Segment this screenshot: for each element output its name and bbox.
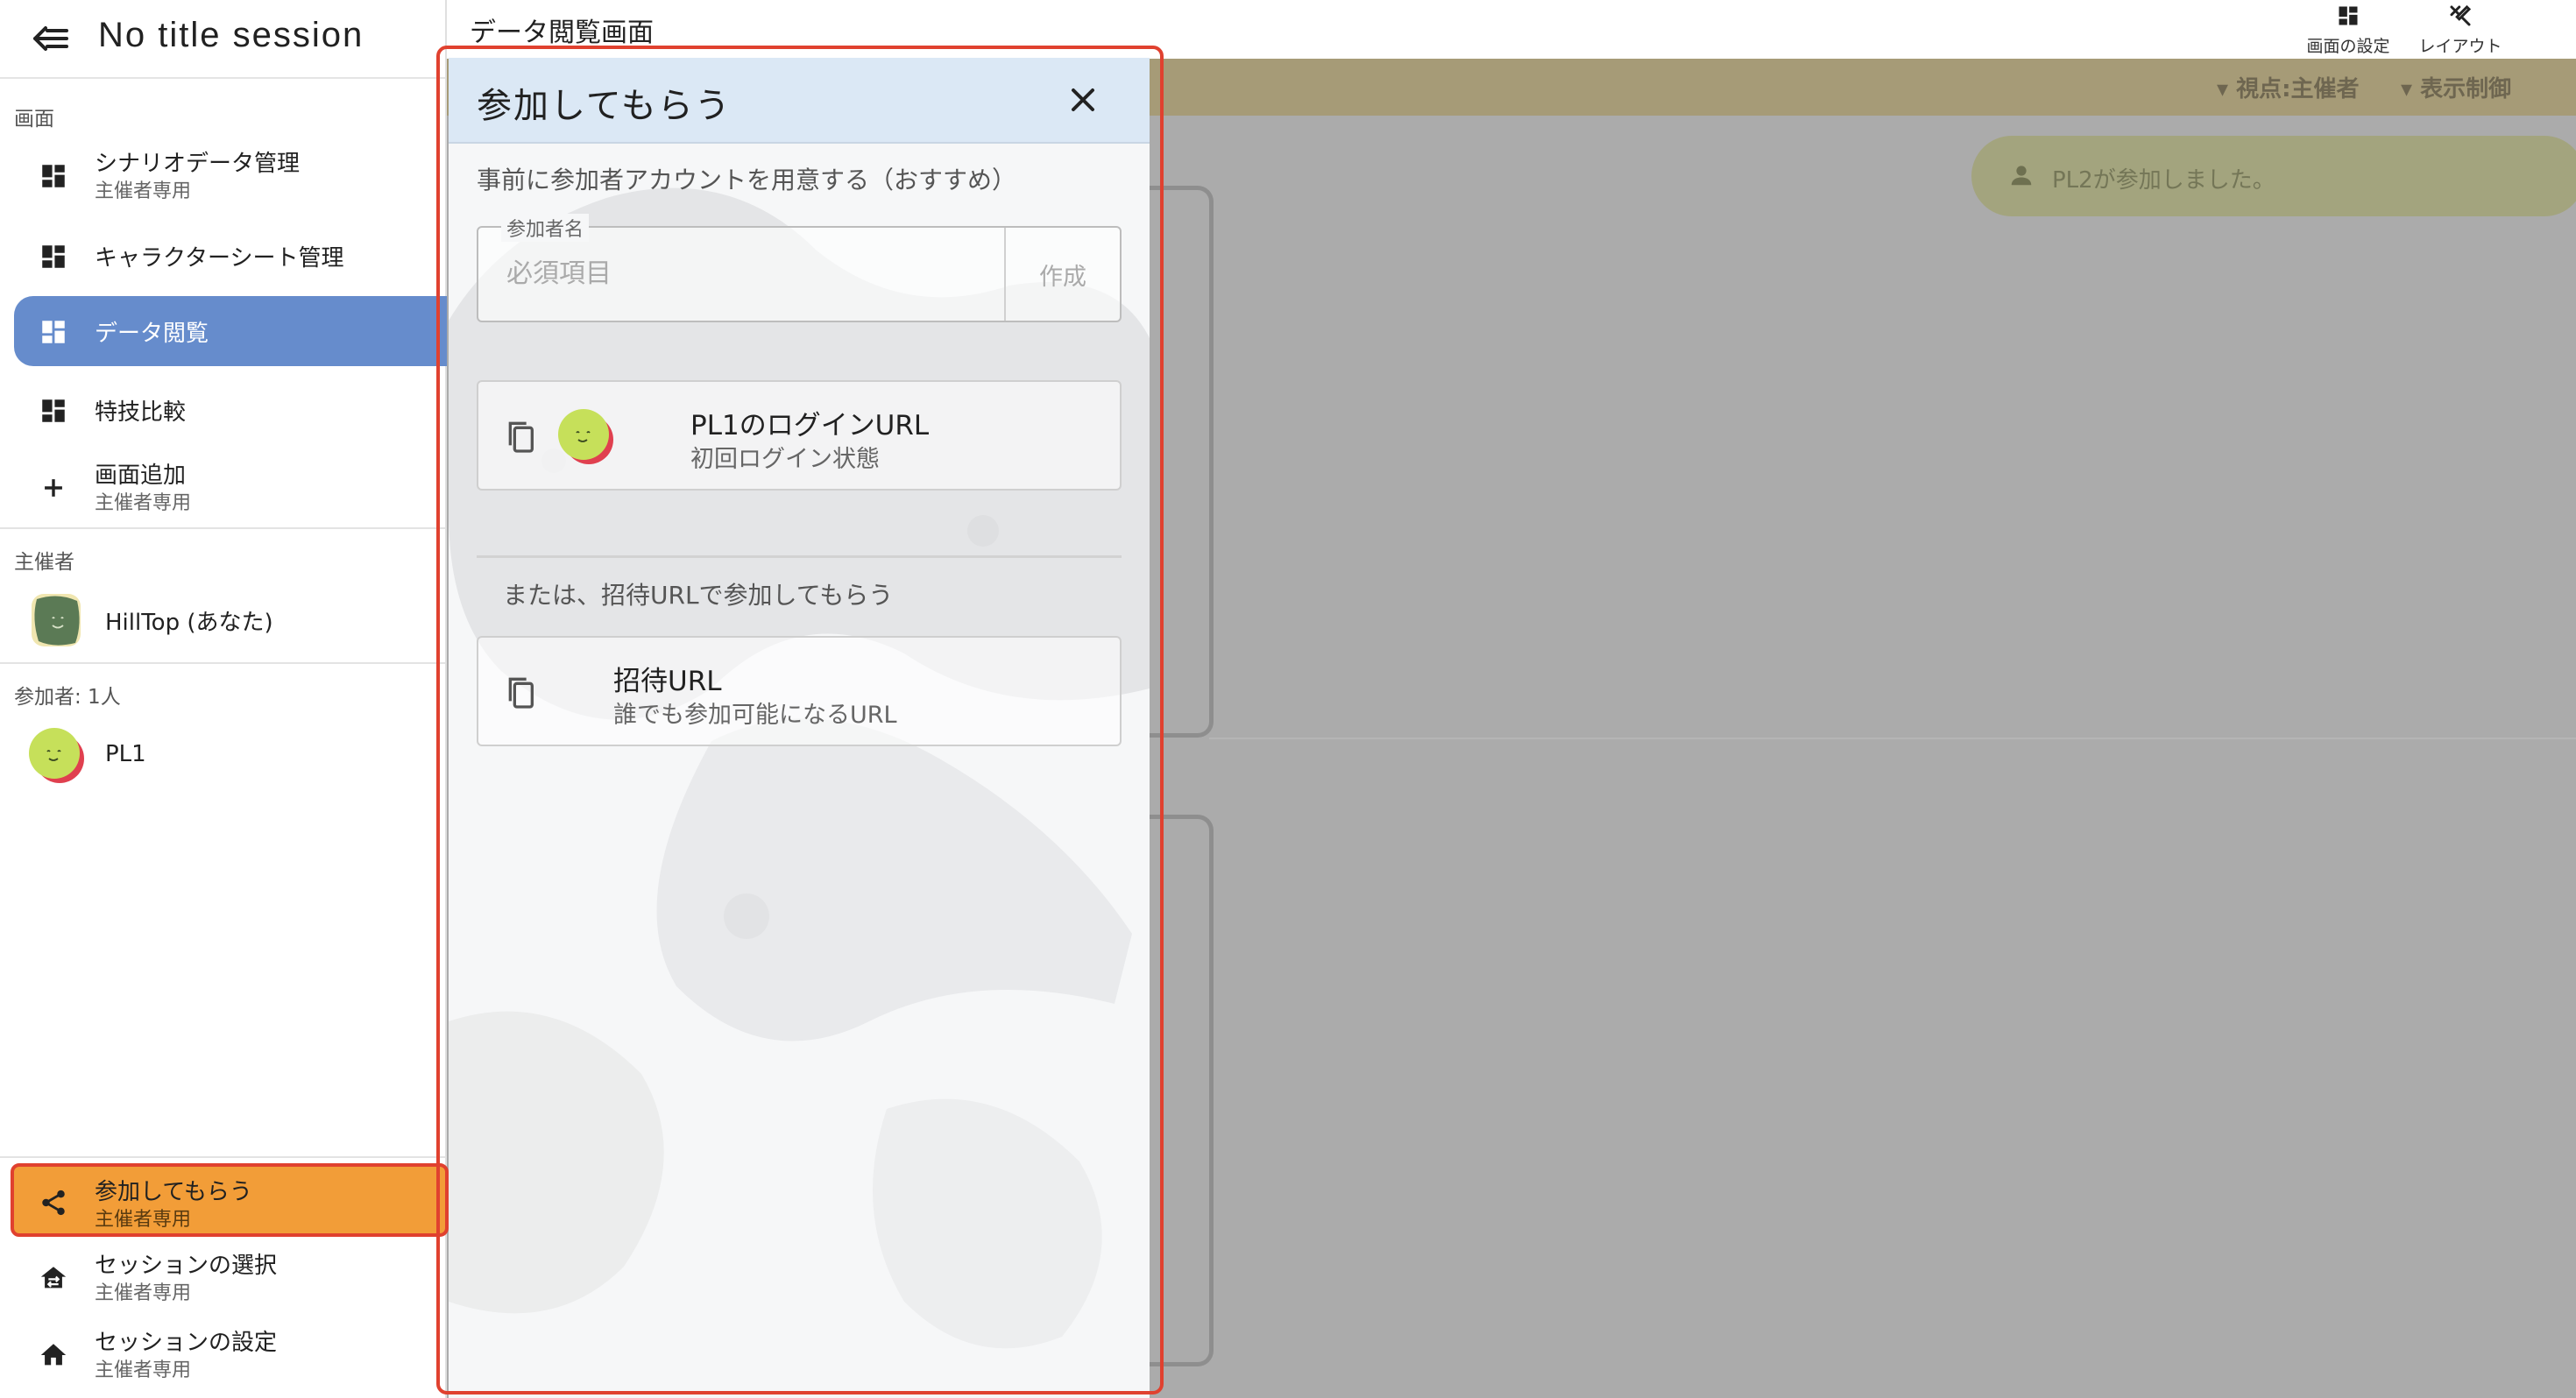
tools-icon xyxy=(2446,2,2474,30)
copy-icon[interactable] xyxy=(503,674,538,713)
nav-label: 特技比較 xyxy=(95,399,187,426)
screen-settings-button[interactable]: 画面の設定 xyxy=(2294,0,2403,59)
nav-item-session-settings[interactable]: セッションの設定 主催者専用 xyxy=(14,1319,447,1389)
dashboard-icon xyxy=(2334,2,2362,30)
copy-icon[interactable] xyxy=(503,419,538,457)
sidebar-divider xyxy=(0,662,445,664)
nav-sublabel: 主催者専用 xyxy=(95,1209,192,1231)
screen-title: データ閲覧画面 xyxy=(470,18,654,48)
login-url-subtitle: 初回ログイン状態 xyxy=(690,446,880,473)
nav-sublabel: 主催者専用 xyxy=(95,1359,192,1381)
plus-icon xyxy=(39,473,68,503)
participant-avatar[interactable] xyxy=(26,725,84,783)
nav-item-scenario-data[interactable]: シナリオデータ管理 主催者専用 xyxy=(14,140,447,210)
nav-label: シナリオデータ管理 xyxy=(95,151,301,177)
nav-label: 参加してもらう xyxy=(95,1179,252,1205)
notification-toast: PL2が参加しました。 xyxy=(1971,136,2576,216)
toast-text: PL2が参加しました。 xyxy=(2052,167,2275,194)
invite-dialog: 参加してもらう 事前に参加者アカウントを用意する（おすすめ） 参加者名 作成 P… xyxy=(449,58,1150,1398)
dashboard-icon xyxy=(39,242,68,272)
participant-name-field: 参加者名 作成 xyxy=(477,214,1122,322)
background-panel xyxy=(1150,186,1214,738)
nav-label: キャラクターシート管理 xyxy=(95,245,344,272)
nav-label: セッションの選択 xyxy=(95,1253,278,1279)
nav-item-select-session[interactable]: セッションの選択 主催者専用 xyxy=(14,1242,447,1312)
nav-item-add-screen[interactable]: 画面追加 主催者専用 xyxy=(14,452,447,522)
dashboard-icon xyxy=(39,317,68,347)
close-icon[interactable] xyxy=(1065,82,1100,117)
home-icon xyxy=(39,1340,68,1370)
nav-item-data-view[interactable]: データ閲覧 xyxy=(14,296,447,366)
sidebar-divider xyxy=(0,527,445,529)
background-divider xyxy=(1209,738,2576,739)
house-swap-icon xyxy=(39,1263,68,1293)
nav-sublabel: 主催者専用 xyxy=(95,492,192,514)
back-arrow-icon[interactable] xyxy=(32,21,70,56)
host-name: HillTop (あなた) xyxy=(105,610,273,636)
sidebar: No title session 画面 シナリオデータ管理 主催者専用 キャラク… xyxy=(0,0,449,1398)
layout-label: レイアウト xyxy=(2418,37,2502,56)
dashboard-icon xyxy=(39,161,68,191)
host-avatar[interactable] xyxy=(28,592,84,648)
nav-item-character-sheet[interactable]: キャラクターシート管理 xyxy=(14,221,447,291)
nav-sublabel: 主催者専用 xyxy=(95,1282,192,1304)
layout-button[interactable]: レイアウト xyxy=(2406,0,2515,59)
invite-url-subtitle: 誰でも参加可能になるURL xyxy=(613,702,897,729)
or-invite-text: または、招待URLで参加してもらう xyxy=(503,581,894,610)
section-label-screens: 画面 xyxy=(14,108,54,131)
create-button[interactable]: 作成 xyxy=(1004,228,1120,321)
login-url-title: PL1のログインURL xyxy=(690,410,930,441)
display-control-select[interactable]: ▾ 表示制御 xyxy=(2401,71,2511,103)
recommend-text: 事前に参加者アカウントを用意する（おすすめ） xyxy=(477,166,1017,194)
section-divider xyxy=(477,555,1122,558)
session-title: No title session xyxy=(98,16,364,54)
login-url-card[interactable]: PL1のログインURL 初回ログイン状態 xyxy=(477,380,1122,491)
nav-label: 画面追加 xyxy=(95,462,187,489)
person-icon xyxy=(2008,162,2035,192)
background-panel xyxy=(1150,815,1214,1366)
section-label-participants: 参加者: 1人 xyxy=(14,686,121,709)
dialog-header: 参加してもらう xyxy=(449,58,1150,144)
participant-name: PL1 xyxy=(105,741,146,767)
nav-item-skill-compare[interactable]: 特技比較 xyxy=(14,375,447,445)
sidebar-divider xyxy=(0,1156,445,1158)
nav-label: データ閲覧 xyxy=(95,321,209,347)
screen-settings-label: 画面の設定 xyxy=(2306,37,2390,56)
nav-label: セッションの設定 xyxy=(95,1330,278,1356)
dialog-title: 参加してもらう xyxy=(477,86,732,126)
invite-url-card[interactable]: 招待URL 誰でも参加可能になるURL xyxy=(477,636,1122,746)
top-bar: データ閲覧画面 画面の設定 レイアウト xyxy=(447,0,2576,59)
section-label-host: 主催者 xyxy=(14,551,74,574)
share-icon xyxy=(39,1188,68,1218)
participant-avatar xyxy=(556,406,617,468)
participant-name-input[interactable] xyxy=(505,258,999,290)
nav-sublabel: 主催者専用 xyxy=(95,180,192,202)
participant-name-label: 参加者名 xyxy=(501,214,590,242)
session-header: No title session xyxy=(0,0,445,79)
viewpoint-select[interactable]: ▾ 視点:主催者 xyxy=(2217,71,2360,103)
invite-participants-button[interactable]: 参加してもらう 主催者専用 xyxy=(11,1163,449,1237)
invite-url-title: 招待URL xyxy=(613,666,722,697)
dashboard-icon xyxy=(39,396,68,426)
